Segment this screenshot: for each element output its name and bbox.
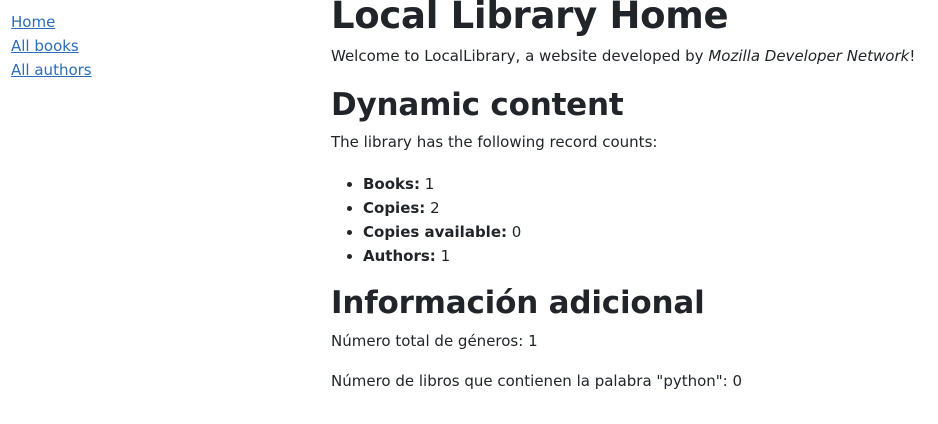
additional-info-heading: Información adicional: [331, 285, 705, 321]
python-books-count-text: Número de libros que contienen la palabr…: [331, 372, 743, 390]
welcome-suffix: !: [909, 47, 916, 65]
nav-link-all-books[interactable]: All books: [11, 34, 211, 58]
record-counts-list: Books: 1 Copies: 2 Copies available: 0 A…: [331, 172, 521, 268]
page-title: Local Library Home: [331, 0, 729, 37]
count-value: 1: [440, 247, 451, 265]
list-item: Copies available: 0: [363, 220, 521, 244]
count-label: Copies available:: [363, 223, 507, 241]
count-label: Copies:: [363, 199, 426, 217]
count-value: 1: [424, 175, 435, 193]
nav-link-home[interactable]: Home: [11, 10, 211, 34]
genres-count-text: Número total de géneros: 1: [331, 332, 538, 350]
welcome-text: Welcome to LocalLibrary, a website devel…: [331, 46, 915, 66]
count-value: 2: [430, 199, 440, 217]
count-label: Authors:: [363, 247, 436, 265]
counts-intro: The library has the following record cou…: [331, 133, 658, 151]
welcome-prefix: Welcome to LocalLibrary, a website devel…: [331, 47, 709, 65]
count-value: 0: [511, 223, 522, 241]
list-item: Books: 1: [363, 172, 521, 196]
list-item: Authors: 1: [363, 244, 521, 268]
count-label: Books:: [363, 175, 420, 193]
welcome-emphasis: Mozilla Developer Network: [708, 47, 910, 65]
sidebar-nav: Home All books All authors: [11, 10, 211, 82]
list-item: Copies: 2: [363, 196, 521, 220]
nav-link-all-authors[interactable]: All authors: [11, 58, 211, 82]
dynamic-content-heading: Dynamic content: [331, 87, 624, 123]
